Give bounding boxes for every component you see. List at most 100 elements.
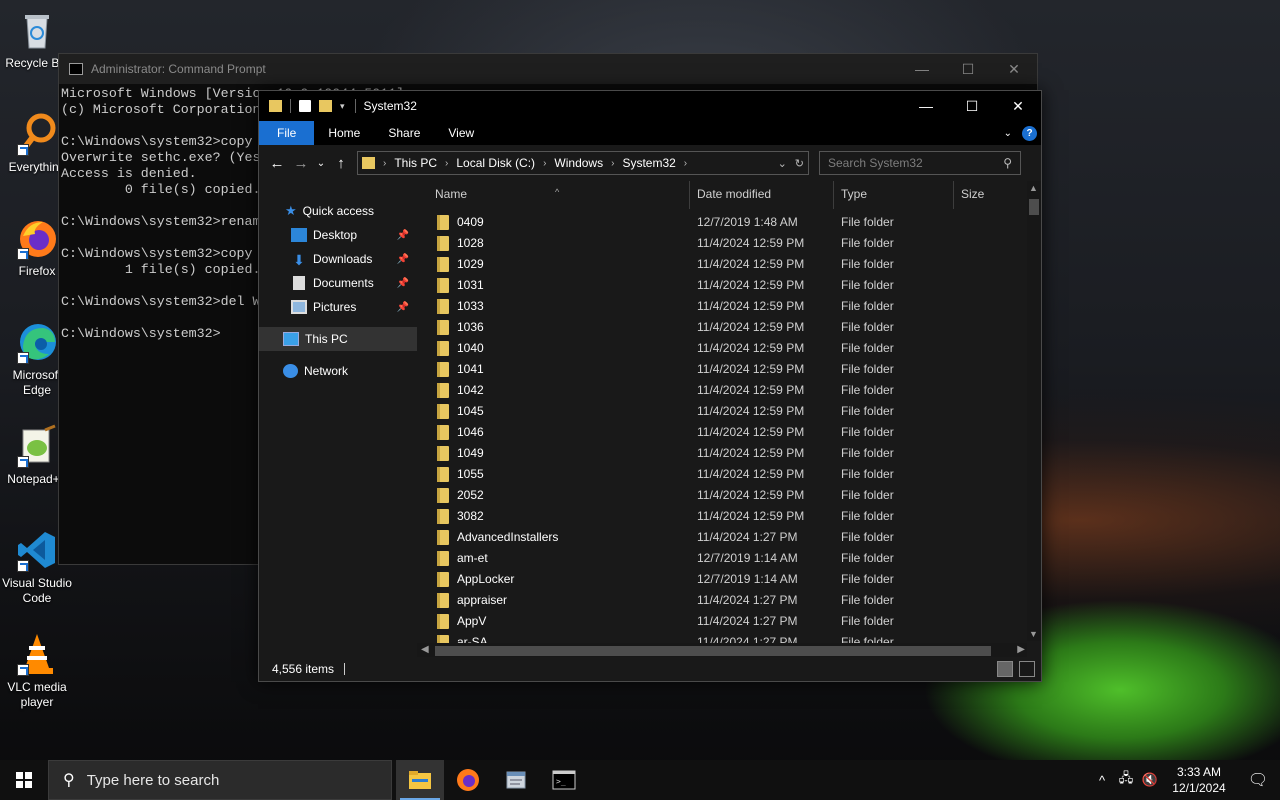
cmd-title-bar[interactable]: Administrator: Command Prompt — ☐ ✕	[59, 54, 1037, 84]
back-arrow-icon[interactable]: ←	[265, 155, 289, 172]
table-row[interactable]: AppV 11/4/2024 1:27 PM File folder	[417, 611, 1027, 632]
taskbar-search-placeholder: Type here to search	[86, 771, 220, 789]
table-row[interactable]: 1049 11/4/2024 12:59 PM File folder	[417, 443, 1027, 464]
file-name: 3082	[457, 509, 484, 523]
table-row[interactable]: 1045 11/4/2024 12:59 PM File folder	[417, 401, 1027, 422]
clock[interactable]: 3:33 AM 12/1/2024	[1162, 764, 1236, 796]
breadcrumb-separator-icon[interactable]: ›	[445, 158, 448, 169]
taskbar-file-explorer[interactable]	[396, 760, 444, 800]
table-row[interactable]: 1055 11/4/2024 12:59 PM File folder	[417, 464, 1027, 485]
nav-network[interactable]: Network	[259, 359, 417, 383]
scroll-up-icon[interactable]: ▲	[1029, 183, 1038, 193]
nav-documents[interactable]: Documents 📌	[259, 271, 417, 295]
breadcrumb-separator-icon[interactable]: ›	[543, 158, 546, 169]
taskbar-firefox[interactable]	[444, 760, 492, 800]
tab-file[interactable]: File	[259, 121, 315, 145]
breadcrumb-local-disk[interactable]: Local Disk (C:)	[456, 156, 535, 170]
address-dropdown-chevron-icon[interactable]: ⌄	[778, 157, 787, 170]
help-icon[interactable]: ?	[1022, 125, 1037, 141]
explorer-title-bar[interactable]: ▾ System32 — ☐ ✕	[259, 91, 1041, 121]
breadcrumb-windows[interactable]: Windows	[554, 156, 603, 170]
large-icons-view-icon[interactable]	[1019, 661, 1035, 677]
address-bar[interactable]: › This PC › Local Disk (C:) › Windows › …	[357, 151, 809, 175]
nav-downloads[interactable]: ⬇ Downloads 📌	[259, 247, 417, 271]
recent-locations-chevron-icon[interactable]: ⌄	[313, 158, 329, 169]
table-row[interactable]: 1046 11/4/2024 12:59 PM File folder	[417, 422, 1027, 443]
column-name[interactable]: Name	[435, 187, 467, 201]
scrollbar-thumb[interactable]	[435, 646, 991, 656]
tab-share[interactable]: Share	[374, 121, 434, 145]
column-size[interactable]: Size	[961, 187, 984, 201]
scroll-right-icon[interactable]: ▶	[1017, 644, 1025, 655]
folder-icon	[437, 257, 449, 272]
vertical-scrollbar[interactable]: ▲ ▼	[1027, 181, 1041, 641]
table-row[interactable]: 1036 11/4/2024 12:59 PM File folder	[417, 317, 1027, 338]
table-row[interactable]: 1029 11/4/2024 12:59 PM File folder	[417, 254, 1027, 275]
refresh-icon[interactable]: ↻	[795, 157, 804, 170]
scrollbar-thumb[interactable]	[1029, 199, 1039, 215]
table-row[interactable]: 1028 11/4/2024 12:59 PM File folder	[417, 233, 1027, 254]
explorer-minimize-button[interactable]: —	[903, 91, 949, 121]
folder-icon	[437, 404, 449, 419]
table-row[interactable]: 2052 11/4/2024 12:59 PM File folder	[417, 485, 1027, 506]
scroll-left-icon[interactable]: ◀	[421, 644, 429, 655]
table-row[interactable]: 3082 11/4/2024 12:59 PM File folder	[417, 506, 1027, 527]
nav-desktop[interactable]: Desktop 📌	[259, 223, 417, 247]
cmd-minimize-button[interactable]: —	[899, 61, 945, 78]
table-row[interactable]: 0409 12/7/2019 1:48 AM File folder	[417, 212, 1027, 233]
expand-ribbon-chevron-icon[interactable]: ⌄	[1004, 128, 1012, 139]
table-row[interactable]: 1033 11/4/2024 12:59 PM File folder	[417, 296, 1027, 317]
taskbar-command-prompt[interactable]: >_	[540, 760, 588, 800]
pin-icon[interactable]: 📌	[397, 302, 409, 313]
customize-toolbar-chevron-icon[interactable]: ▾	[340, 101, 345, 112]
column-date-modified[interactable]: Date modified	[697, 187, 771, 201]
scroll-down-icon[interactable]: ▼	[1029, 629, 1038, 639]
table-row[interactable]: am-et 12/7/2019 1:14 AM File folder	[417, 548, 1027, 569]
nav-pictures[interactable]: Pictures 📌	[259, 295, 417, 319]
show-hidden-icons-chevron-icon[interactable]: ^	[1090, 773, 1114, 788]
breadcrumb-separator-icon[interactable]: ›	[611, 158, 614, 169]
column-divider[interactable]	[953, 181, 954, 209]
folder-icon	[437, 593, 449, 608]
properties-icon[interactable]	[299, 100, 311, 112]
table-row[interactable]: AdvancedInstallers 11/4/2024 1:27 PM File …	[417, 527, 1027, 548]
sort-ascending-icon: ^	[555, 187, 560, 197]
table-row[interactable]: 1040 11/4/2024 12:59 PM File folder	[417, 338, 1027, 359]
pin-icon[interactable]: 📌	[397, 230, 409, 241]
breadcrumb-this-pc[interactable]: This PC	[394, 156, 437, 170]
column-divider[interactable]	[833, 181, 834, 209]
notepadpp-icon	[15, 424, 59, 468]
table-row[interactable]: AppLocker 12/7/2019 1:14 AM File folder	[417, 569, 1027, 590]
tab-home[interactable]: Home	[314, 121, 374, 145]
explorer-maximize-button[interactable]: ☐	[949, 91, 995, 121]
taskbar-search-box[interactable]: ⚲ Type here to search	[48, 760, 392, 800]
table-row[interactable]: appraiser 11/4/2024 1:27 PM File folder	[417, 590, 1027, 611]
cmd-close-button[interactable]: ✕	[991, 61, 1037, 78]
search-input[interactable]: Search System32 ⚲	[819, 151, 1021, 175]
pin-icon[interactable]: 📌	[397, 278, 409, 289]
column-type[interactable]: Type	[841, 187, 867, 201]
explorer-close-button[interactable]: ✕	[995, 91, 1041, 121]
forward-arrow-icon[interactable]: →	[289, 155, 313, 172]
start-button[interactable]	[0, 760, 48, 800]
up-arrow-icon[interactable]: ↑	[329, 155, 353, 172]
file-explorer-window[interactable]: ▾ System32 — ☐ ✕ File Home Share View ⌄ …	[258, 90, 1042, 682]
nav-this-pc[interactable]: This PC	[259, 327, 417, 351]
table-row[interactable]: 1041 11/4/2024 12:59 PM File folder	[417, 359, 1027, 380]
cmd-maximize-button[interactable]: ☐	[945, 61, 991, 78]
column-divider[interactable]	[689, 181, 690, 209]
action-center-icon[interactable]: 🗨	[1236, 770, 1280, 790]
breadcrumb-system32[interactable]: System32	[622, 156, 675, 170]
network-status-icon[interactable]: 🖧	[1114, 769, 1138, 791]
details-view-icon[interactable]	[997, 661, 1013, 677]
nav-quick-access[interactable]: ★ Quick access	[259, 199, 417, 223]
pin-icon[interactable]: 📌	[397, 254, 409, 265]
table-row[interactable]: 1042 11/4/2024 12:59 PM File folder	[417, 380, 1027, 401]
tab-view[interactable]: View	[434, 121, 488, 145]
new-folder-icon[interactable]	[319, 100, 332, 112]
breadcrumb-separator-icon[interactable]: ›	[684, 158, 687, 169]
volume-muted-icon[interactable]: 🔇	[1138, 772, 1162, 788]
desktop-icon-vlc[interactable]: VLC media player	[0, 632, 74, 710]
taskbar-notepad[interactable]	[492, 760, 540, 800]
table-row[interactable]: 1031 11/4/2024 12:59 PM File folder	[417, 275, 1027, 296]
